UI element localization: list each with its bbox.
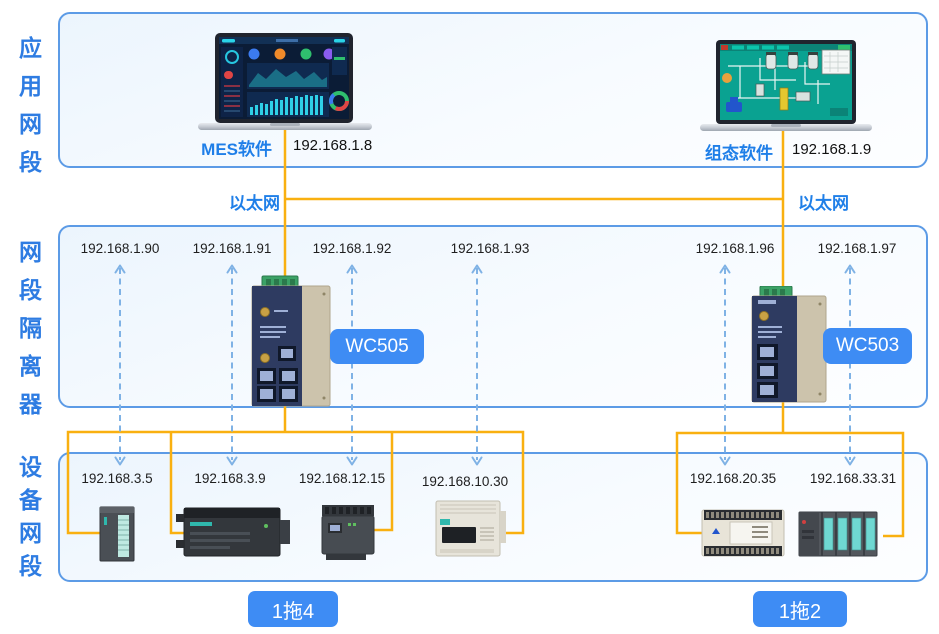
- isolator-ip-2: 192.168.1.91: [167, 241, 297, 256]
- wc503-gateway-image: [742, 286, 834, 404]
- wc505-model-badge: WC505: [330, 329, 424, 364]
- device-ip-2: 192.168.3.9: [165, 471, 295, 486]
- segment-label-isolator: 网段隔离器: [17, 233, 44, 423]
- device-ip-4: 192.168.10.30: [400, 474, 530, 489]
- wc503-model-badge: WC503: [823, 328, 912, 364]
- ethernet-label-right: 以太网: [798, 189, 898, 214]
- plc-6-image: [797, 510, 881, 558]
- device-ip-5: 192.168.20.35: [668, 471, 798, 486]
- mode-badge-right: 1拖2: [753, 591, 847, 627]
- ethernet-label-left: 以太网: [180, 189, 280, 214]
- network-topology-diagram: 应用网段 网段隔离器 设备网段: [0, 0, 939, 634]
- isolator-ip-5: 192.168.1.96: [670, 241, 800, 256]
- isolator-ip-4: 192.168.1.93: [425, 241, 555, 256]
- plc-1-image: [98, 503, 140, 565]
- mes-software-label: MES软件: [152, 135, 272, 160]
- segment-label-device: 设备网段: [17, 451, 44, 583]
- plc-5-image: [700, 506, 788, 560]
- device-ip-1: 192.168.3.5: [52, 471, 182, 486]
- isolator-ip-6: 192.168.1.97: [792, 241, 922, 256]
- isolator-ip-1: 192.168.1.90: [55, 241, 185, 256]
- plc-2-image: [176, 502, 294, 560]
- wc505-gateway-image: [240, 274, 335, 408]
- scada-laptop-image: [700, 40, 872, 135]
- mode-badge-left: 1拖4: [248, 591, 338, 627]
- mes-laptop-image: [198, 33, 372, 134]
- device-ip-6: 192.168.33.31: [788, 471, 918, 486]
- segment-label-application: 应用网段: [17, 29, 44, 181]
- mes-ip-label: 192.168.1.8: [293, 137, 403, 154]
- scada-ip-label: 192.168.1.9: [792, 141, 902, 158]
- plc-3-image: [318, 503, 382, 561]
- scada-software-label: 组态软件: [653, 139, 773, 164]
- device-ip-3: 192.168.12.15: [277, 471, 407, 486]
- isolator-ip-3: 192.168.1.92: [287, 241, 417, 256]
- plc-4-image: [434, 497, 508, 561]
